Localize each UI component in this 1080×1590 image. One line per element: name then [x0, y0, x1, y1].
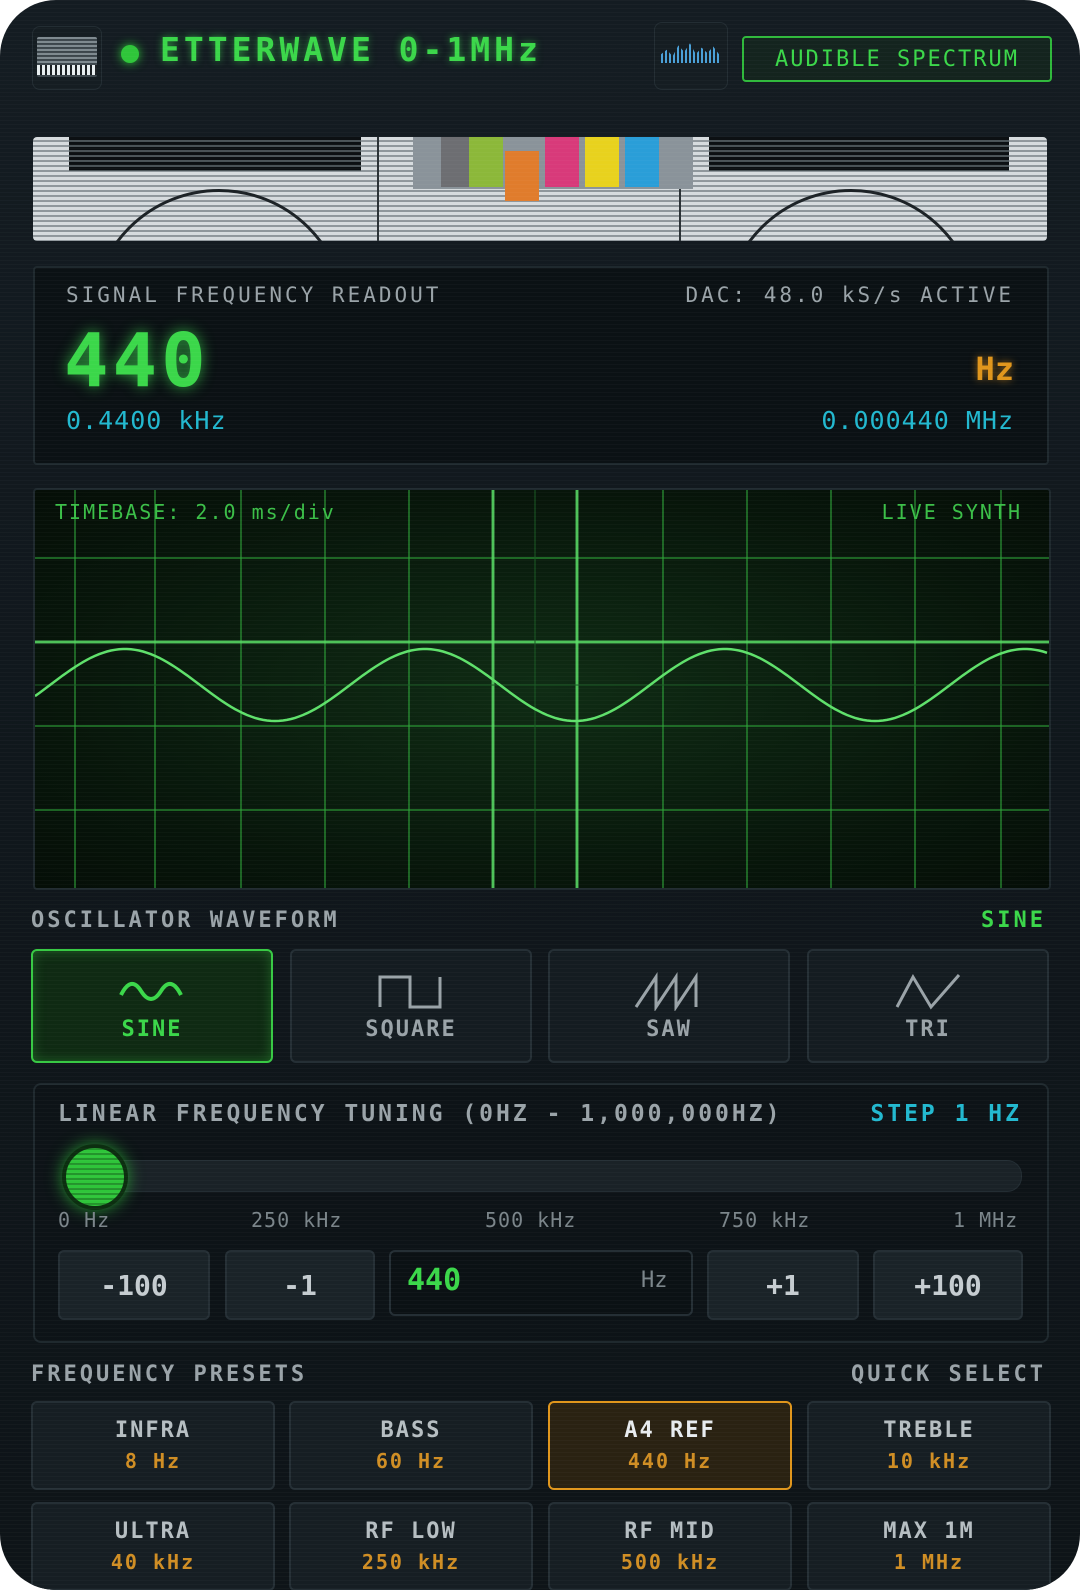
- status-led: [121, 45, 139, 63]
- slider-tick: 500 kHz: [485, 1208, 577, 1232]
- preset-value: 40 kHz: [110, 1550, 196, 1574]
- preset-rf-low-button[interactable]: RF LOW 250 kHz: [289, 1502, 533, 1590]
- waveform-tri-button[interactable]: TRI: [807, 949, 1049, 1063]
- preset-value: 10 kHz: [886, 1449, 972, 1473]
- waveform-label: SAW: [646, 1016, 692, 1042]
- frequency-slider-knob[interactable]: [62, 1144, 129, 1210]
- tuning-label: LINEAR FREQUENCY TUNING (0HZ - 1,000,000…: [58, 1101, 783, 1127]
- waveform-label: SINE: [121, 1016, 183, 1042]
- app-frame: ETTERWAVE 0-1MHz AUDIBLE SPECTRUM SIGNAL…: [0, 0, 1080, 1590]
- frequency-slider-track[interactable]: [66, 1160, 1022, 1192]
- selected-waveform: SINE: [981, 908, 1046, 933]
- preset-name: RF MID: [624, 1519, 716, 1544]
- triangle-wave-icon: [895, 973, 961, 1010]
- preset-name: INFRA: [114, 1418, 192, 1443]
- timebase-label: TIMEBASE: 2.0 ms/div: [55, 500, 336, 524]
- preset-rf-mid-button[interactable]: RF MID 500 kHz: [548, 1502, 792, 1590]
- step-indicator[interactable]: STEP 1 HZ: [870, 1101, 1022, 1127]
- oscilloscope-grid: [35, 490, 1049, 888]
- dac-status: DAC: 48.0 kS/s ACTIVE: [685, 283, 1014, 307]
- quick-select-label: QUICK SELECT: [851, 1362, 1046, 1387]
- slider-tick: 250 kHz: [251, 1208, 343, 1232]
- app-title: ETTERWAVE 0-1MHz: [160, 30, 542, 69]
- waveform-sine-button[interactable]: SINE: [31, 949, 273, 1063]
- audible-spectrum-button[interactable]: AUDIBLE SPECTRUM: [742, 36, 1052, 82]
- preset-name: A4 REF: [624, 1418, 716, 1443]
- preset-name: RF LOW: [365, 1519, 457, 1544]
- synth-keyboard-icon[interactable]: [32, 26, 102, 90]
- oscilloscope-display: [33, 488, 1051, 890]
- waveform-square-button[interactable]: SQUARE: [290, 949, 532, 1063]
- waveform-section-label: OSCILLATOR WAVEFORM: [31, 908, 340, 933]
- preset-max-1m-button[interactable]: MAX 1M 1 MHz: [807, 1502, 1051, 1590]
- frequency-mhz: 0.000440 MHz: [821, 406, 1014, 435]
- preset-value: 8 Hz: [124, 1449, 182, 1473]
- presets-section-label: FREQUENCY PRESETS: [31, 1362, 308, 1387]
- frequency-input-value[interactable]: 440: [407, 1263, 461, 1298]
- frequency-value: 440: [64, 318, 210, 404]
- frequency-unit: Hz: [975, 350, 1014, 388]
- slider-tick: 1 MHz: [953, 1208, 1019, 1232]
- preset-value: 440 Hz: [627, 1449, 713, 1473]
- spectrum-icon[interactable]: [654, 22, 728, 90]
- waveform-label: SQUARE: [365, 1016, 457, 1042]
- preset-name: ULTRA: [114, 1519, 192, 1544]
- waveform-saw-button[interactable]: SAW: [548, 949, 790, 1063]
- square-wave-icon: [378, 975, 442, 1008]
- frequency-input-unit: Hz: [641, 1268, 668, 1293]
- right-grill: [709, 137, 1009, 171]
- minus-100-button[interactable]: -100: [58, 1250, 210, 1320]
- slider-tick: 0 Hz: [58, 1208, 111, 1232]
- preset-name: TREBLE: [883, 1418, 975, 1443]
- waveform-label: TRI: [905, 1016, 951, 1042]
- preset-value: 60 Hz: [375, 1449, 447, 1473]
- preset-bass-button[interactable]: BASS 60 Hz: [289, 1401, 533, 1490]
- plus-100-button[interactable]: +100: [873, 1250, 1023, 1320]
- left-speaker-icon: [91, 189, 347, 241]
- saw-wave-icon: [634, 971, 698, 1011]
- preset-treble-button[interactable]: TREBLE 10 kHz: [807, 1401, 1051, 1490]
- sine-wave-icon: [119, 981, 183, 1001]
- right-speaker-icon: [723, 189, 979, 241]
- preset-name: BASS: [380, 1418, 442, 1443]
- preset-value: 1 MHz: [893, 1550, 965, 1574]
- preset-infra-button[interactable]: INFRA 8 Hz: [31, 1401, 275, 1490]
- readout-label: SIGNAL FREQUENCY READOUT: [66, 283, 442, 307]
- boombox-graphic: [33, 137, 1047, 241]
- preset-value: 250 kHz: [361, 1550, 461, 1574]
- left-grill: [69, 137, 361, 171]
- preset-value: 500 kHz: [620, 1550, 720, 1574]
- minus-1-button[interactable]: -1: [225, 1250, 375, 1320]
- preset-a4-ref-button[interactable]: A4 REF 440 Hz: [548, 1401, 792, 1490]
- live-synth-label: LIVE SYNTH: [881, 500, 1022, 524]
- frequency-khz: 0.4400 kHz: [66, 406, 227, 435]
- color-bars: [413, 137, 693, 201]
- preset-name: MAX 1M: [883, 1519, 975, 1544]
- preset-ultra-button[interactable]: ULTRA 40 kHz: [31, 1502, 275, 1590]
- plus-1-button[interactable]: +1: [707, 1250, 859, 1320]
- slider-tick: 750 kHz: [719, 1208, 811, 1232]
